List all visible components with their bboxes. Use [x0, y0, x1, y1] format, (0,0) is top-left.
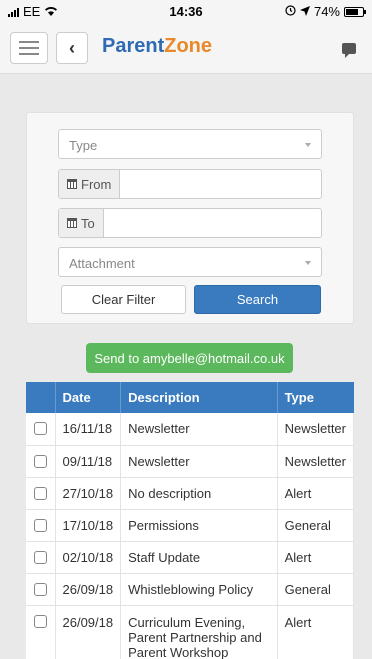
attachment-select[interactable]: Attachment [58, 247, 322, 277]
table-row[interactable]: 17/10/18 Permissions General [26, 509, 355, 542]
row-description: Permissions [120, 509, 278, 542]
table-row[interactable]: 26/09/18 Curriculum Evening, Parent Part… [26, 605, 355, 659]
row-description: Staff Update [120, 541, 278, 574]
table-row[interactable]: 27/10/18 No description Alert [26, 477, 355, 510]
to-date-field[interactable]: To [58, 208, 322, 238]
status-bar: EE 14:36 74% [0, 0, 372, 22]
caret-down-icon [305, 143, 311, 147]
table-row[interactable]: 09/11/18 Newsletter Newsletter [26, 445, 355, 478]
row-description: Newsletter [120, 445, 278, 478]
date-column-header[interactable]: Date [55, 382, 122, 413]
row-checkbox[interactable] [34, 614, 47, 628]
type-column-header[interactable]: Type [277, 382, 354, 413]
row-date: 27/10/18 [55, 477, 122, 510]
caret-down-icon [305, 261, 311, 265]
to-addon: To [59, 209, 104, 237]
chevron-left-icon: ‹ [69, 37, 75, 58]
search-button[interactable]: Search [194, 285, 321, 314]
row-checkbox[interactable] [34, 518, 47, 532]
hamburger-icon [19, 41, 39, 43]
row-checkbox[interactable] [34, 550, 47, 564]
table-row[interactable]: 16/11/18 Newsletter Newsletter [26, 413, 355, 446]
table-header-row: Date Description Type [26, 382, 354, 413]
table-row[interactable]: 26/09/18 Whistleblowing Policy General [26, 573, 355, 606]
row-checkbox[interactable] [34, 486, 47, 500]
row-type: Newsletter [277, 445, 355, 478]
row-date: 17/10/18 [55, 509, 122, 542]
documents-table: Date Description Type 16/11/18 Newslette… [26, 382, 355, 659]
table-row[interactable]: 02/10/18 Staff Update Alert [26, 541, 355, 574]
row-checkbox[interactable] [34, 422, 47, 436]
send-email-button[interactable]: Send to amybelle@hotmail.co.uk [86, 343, 293, 373]
location-icon [299, 4, 310, 19]
filter-panel: Type From To Attachment Clear Filter Sea… [26, 112, 354, 324]
row-type: General [277, 509, 355, 542]
clear-filter-button[interactable]: Clear Filter [61, 285, 186, 314]
from-label: From [81, 176, 112, 192]
status-right: 74% [285, 4, 366, 19]
to-date-input[interactable] [103, 209, 321, 237]
type-select-label: Type [69, 138, 98, 153]
row-type: Alert [277, 605, 355, 659]
row-date: 09/11/18 [55, 445, 122, 478]
calendar-icon [67, 179, 77, 189]
row-description: Newsletter [120, 413, 278, 446]
select-column-header [26, 382, 56, 413]
back-button[interactable]: ‹ [56, 32, 88, 64]
to-label: To [81, 215, 95, 231]
battery-icon [344, 6, 366, 17]
alarm-icon [285, 4, 296, 19]
row-type: Newsletter [277, 413, 355, 446]
from-date-field[interactable]: From [58, 169, 322, 199]
row-checkbox[interactable] [34, 454, 47, 468]
row-type: Alert [277, 541, 355, 574]
row-description: Whistleblowing Policy [120, 573, 278, 606]
battery-label: 74% [313, 4, 340, 19]
row-date: 02/10/18 [55, 541, 122, 574]
from-addon: From [59, 170, 121, 198]
menu-button[interactable] [10, 32, 48, 64]
app-logo: ParentZone [102, 35, 213, 57]
row-type: Alert [277, 477, 355, 510]
row-type: General [277, 573, 355, 606]
from-date-input[interactable] [120, 170, 321, 198]
calendar-icon [67, 218, 77, 228]
row-date: 26/09/18 [55, 573, 122, 606]
row-description: Curriculum Evening, Parent Partnership a… [120, 605, 278, 659]
chat-icon[interactable] [342, 43, 356, 58]
description-column-header[interactable]: Description [120, 382, 278, 413]
row-date: 26/09/18 [55, 605, 122, 659]
row-description: No description [120, 477, 278, 510]
attachment-select-label: Attachment [69, 256, 135, 271]
type-select[interactable]: Type [58, 129, 322, 159]
row-date: 16/11/18 [55, 413, 122, 446]
app-header: ‹ ParentZone [0, 22, 372, 74]
row-checkbox[interactable] [34, 582, 47, 596]
